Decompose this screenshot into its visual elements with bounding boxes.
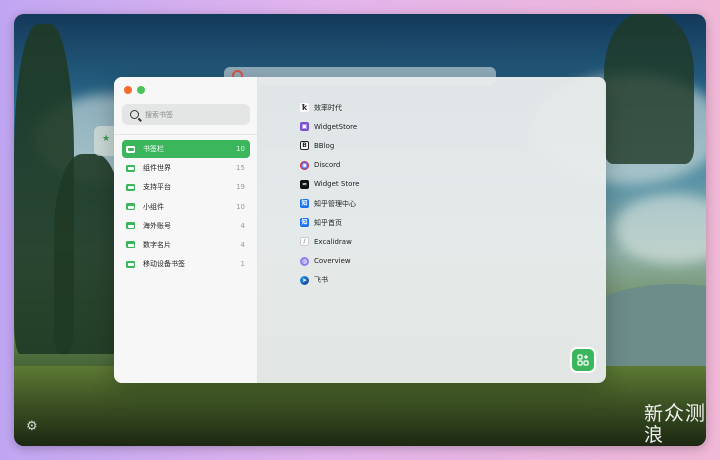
- add-widget-button[interactable]: [572, 349, 594, 371]
- watermark-glyph-1: 新: [644, 403, 665, 425]
- bookmark-label: Excalidraw: [314, 237, 352, 246]
- bookmark-item[interactable]: ꝁ 效率时代: [300, 98, 359, 117]
- bblog-icon: B: [300, 141, 309, 151]
- folder-name: 支持平台: [143, 183, 171, 192]
- feishu-icon: ➤: [300, 275, 309, 285]
- folder-item[interactable]: 支持平台 19: [122, 178, 250, 196]
- bookmark-label: WidgetStore: [314, 122, 358, 131]
- folder-name: 小组件: [143, 202, 164, 211]
- folder-icon: [126, 260, 135, 268]
- widgetstore-icon: ▣: [300, 122, 309, 132]
- watermark-glyph-2: 浪: [644, 424, 665, 446]
- bookmark-item[interactable]: / Excalidraw: [300, 232, 359, 251]
- folder-item[interactable]: 移动设备书签 1: [122, 255, 250, 273]
- grid-add-icon: [577, 354, 589, 366]
- folder-name: 数字名片: [143, 240, 171, 249]
- bookmark-label: 效率时代: [314, 103, 342, 112]
- bookmark-item[interactable]: 知 知乎首页: [300, 213, 359, 232]
- bookmark-item[interactable]: ➤ 飞书: [300, 271, 359, 290]
- bookmark-label: 知乎首页: [314, 218, 342, 227]
- bookmark-item[interactable]: ▣ WidgetStore: [300, 117, 359, 136]
- folder-item[interactable]: 数字名片 4: [122, 236, 250, 254]
- bookmark-label: Discord: [314, 161, 341, 170]
- bookmark-label: 知乎管理中心: [314, 199, 356, 208]
- bookmark-label: BBlog: [314, 141, 335, 150]
- bookmark-item[interactable]: ◍ Coverview: [300, 252, 359, 271]
- bookmark-manager-window: 书签栏 10 组件世界 15 支持平台 19 小组件 10 海外账号 4: [114, 77, 606, 383]
- folder-count: 4: [240, 221, 245, 230]
- efficiency-era-icon: ꝁ: [300, 103, 309, 113]
- bookmark-label: Widget Store: [314, 180, 360, 189]
- cloud: [614, 194, 706, 264]
- folder-item[interactable]: 书签栏 10: [122, 140, 250, 158]
- zhihu-icon: 知: [300, 199, 309, 209]
- bookmark-label: 飞书: [314, 276, 328, 285]
- sina-watermark: 新众测 浪: [644, 403, 714, 446]
- coverview-icon: ◍: [300, 256, 309, 266]
- widget-store-icon: ≈: [300, 179, 309, 189]
- folder-count: 10: [236, 202, 245, 211]
- folder-count: 1: [240, 260, 245, 269]
- search-input[interactable]: [145, 110, 245, 119]
- folder-count: 10: [236, 145, 245, 153]
- bookmark-item[interactable]: 知 知乎管理中心: [300, 194, 359, 213]
- bookmark-item[interactable]: B BBlog: [300, 136, 359, 155]
- folder-count: 19: [236, 183, 245, 192]
- zoom-button[interactable]: [137, 86, 145, 94]
- search-icon: [130, 110, 139, 119]
- bookmark-item[interactable]: ≈ Widget Store: [300, 175, 359, 194]
- folder-name: 移动设备书签: [143, 260, 185, 269]
- gear-icon[interactable]: ⚙: [26, 420, 40, 434]
- star-icon: ★: [102, 134, 111, 144]
- search-box[interactable]: [122, 104, 250, 125]
- folder-icon: [126, 145, 135, 153]
- discord-icon: ◉: [300, 160, 309, 170]
- folder-name: 组件世界: [143, 164, 171, 173]
- folder-item[interactable]: 海外账号 4: [122, 217, 250, 235]
- folder-icon: [126, 222, 135, 230]
- excalidraw-icon: /: [300, 237, 309, 247]
- folder-name: 海外账号: [143, 221, 171, 230]
- folder-list: 书签栏 10 组件世界 15 支持平台 19 小组件 10 海外账号 4 数字名…: [122, 140, 250, 274]
- folder-count: 4: [240, 240, 245, 249]
- bookmark-label: Coverview: [314, 257, 351, 266]
- close-button[interactable]: [124, 86, 132, 94]
- folder-item[interactable]: 组件世界 15: [122, 159, 250, 177]
- zhihu-icon: 知: [300, 218, 309, 228]
- divider: [114, 134, 257, 135]
- folder-icon: [126, 183, 135, 191]
- tree: [604, 14, 694, 164]
- sidebar: 书签栏 10 组件世界 15 支持平台 19 小组件 10 海外账号 4: [114, 77, 258, 383]
- folder-icon: [126, 164, 135, 172]
- bookmark-item[interactable]: ◉ Discord: [300, 156, 359, 175]
- bookmark-list: ꝁ 效率时代 ▣ WidgetStore B BBlog ◉ Discord ≈…: [300, 98, 359, 290]
- folder-count: 15: [236, 164, 245, 173]
- folder-item[interactable]: 小组件 10: [122, 198, 250, 216]
- bookmark-content: ꝁ 效率时代 ▣ WidgetStore B BBlog ◉ Discord ≈…: [259, 77, 606, 383]
- folder-icon: [126, 203, 135, 211]
- folder-icon: [126, 241, 135, 249]
- watermark-text: 众测: [664, 401, 707, 425]
- folder-name: 书签栏: [143, 145, 164, 153]
